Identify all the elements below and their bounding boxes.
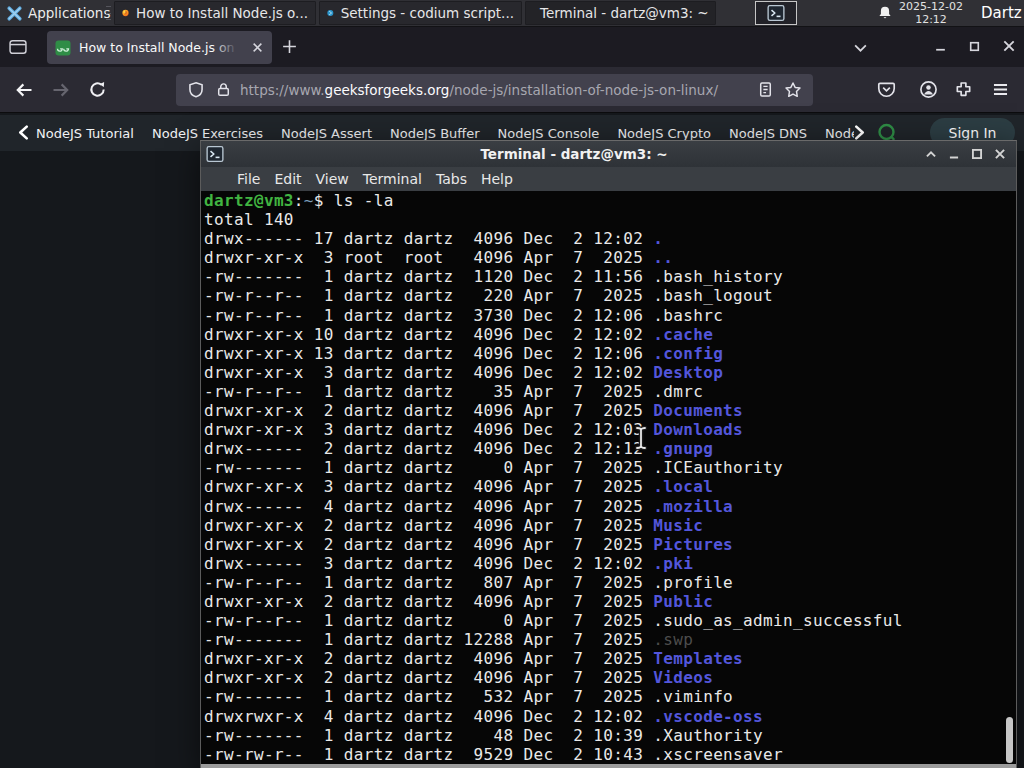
terminal-line: -rw------- 1 dartz dartz 48 Dec 2 10:39 … xyxy=(204,726,1016,745)
taskbar-button-firefox[interactable]: How to Install Node.js o... xyxy=(114,1,316,25)
terminal-line: -rw------- 1 dartz dartz 532 Apr 7 2025 … xyxy=(204,687,1016,706)
pocket-icon[interactable] xyxy=(877,80,896,99)
panel-username: Dartz xyxy=(981,4,1022,22)
terminal-content[interactable]: dartz@vm3:~$ ls -la total 140drwx------ … xyxy=(201,191,1016,764)
terminal-scrollbar[interactable] xyxy=(1006,717,1013,763)
terminal-line: drwxr-xr-x 13 dartz dartz 4096 Dec 2 12:… xyxy=(204,344,1016,363)
terminal-icon xyxy=(206,145,224,163)
terminal-menu-view[interactable]: View xyxy=(316,171,349,187)
gfg-nav-link[interactable]: NodeJS Crypto xyxy=(617,126,711,141)
terminal-menu-help[interactable]: Help xyxy=(481,171,513,187)
terminal-line: -rw------- 1 dartz dartz 12288 Apr 7 202… xyxy=(204,630,1016,649)
terminal-line: drwx------ 17 dartz dartz 4096 Dec 2 12:… xyxy=(204,229,1016,248)
terminal-line: drwxr-xr-x 3 dartz dartz 4096 Dec 2 12:0… xyxy=(204,363,1016,382)
reload-button[interactable] xyxy=(88,80,107,99)
terminal-shade-button[interactable] xyxy=(924,147,938,161)
taskbar-button-codium[interactable]: Settings - codium script... xyxy=(319,1,522,25)
firefox-icon xyxy=(122,5,129,21)
gfg-nav-link[interactable]: NodeJS Buffer xyxy=(390,126,480,141)
terminal-line: -rw-r--r-- 1 dartz dartz 35 Apr 7 2025 .… xyxy=(204,382,1016,401)
vscodium-icon xyxy=(327,5,334,21)
bookmark-star-icon[interactable] xyxy=(784,81,802,99)
url-bar[interactable]: https://www.geeksforgeeks.org/node-js/in… xyxy=(176,74,813,106)
panel-grip xyxy=(106,6,111,20)
gfg-nav-link[interactable]: NodeJS Assert xyxy=(281,126,372,141)
terminal-line: drwxr-xr-x 2 dartz dartz 4096 Apr 7 2025… xyxy=(204,516,1016,535)
terminal-line: -rw-rw-r-- 1 dartz dartz 9529 Dec 2 10:4… xyxy=(204,745,1016,764)
terminal-prompt-line: dartz@vm3:~$ ls -la xyxy=(204,191,1016,210)
notification-bell-icon[interactable] xyxy=(877,5,893,21)
terminal-menu-file[interactable]: File xyxy=(237,171,260,187)
lock-icon[interactable] xyxy=(215,81,232,98)
tab-close-icon[interactable] xyxy=(249,39,266,56)
terminal-line: total 140 xyxy=(204,210,1016,229)
clock-date: 2025-12-02 xyxy=(898,1,964,14)
terminal-menu-terminal[interactable]: Terminal xyxy=(363,171,422,187)
terminal-title: Terminal - dartz@vm3: ~ xyxy=(224,146,924,162)
desktop-panel: Applications How to Install Node.js o...… xyxy=(0,0,1024,27)
window-close-button[interactable] xyxy=(1002,39,1016,53)
terminal-line: drwxr-xr-x 10 dartz dartz 4096 Dec 2 12:… xyxy=(204,325,1016,344)
gfg-nav-link[interactable]: Node xyxy=(825,126,854,141)
panel-clock[interactable]: 2025-12-02 12:12 xyxy=(898,1,964,26)
firefox-view-icon[interactable] xyxy=(9,39,27,55)
gfg-nav-link[interactable]: NodeJS Tutorial xyxy=(36,126,134,141)
terminal-menu-tabs[interactable]: Tabs xyxy=(436,171,467,187)
reader-mode-icon[interactable] xyxy=(757,81,774,98)
nav-scroll-left-icon[interactable] xyxy=(17,125,30,140)
forward-button[interactable] xyxy=(51,80,71,100)
terminal-line: -rw------- 1 dartz dartz 0 Apr 7 2025 .I… xyxy=(204,458,1016,477)
terminal-line: drwxr-xr-x 2 dartz dartz 4096 Apr 7 2025… xyxy=(204,668,1016,687)
firefox-navbar: https://www.geeksforgeeks.org/node-js/in… xyxy=(0,67,1024,113)
firefox-tabbar: How to Install Node.js on xyxy=(0,27,1024,67)
terminal-line: -rw------- 1 dartz dartz 1120 Dec 2 11:5… xyxy=(204,267,1016,286)
terminal-line: -rw-r--r-- 1 dartz dartz 220 Apr 7 2025 … xyxy=(204,286,1016,305)
browser-tab[interactable]: How to Install Node.js on xyxy=(47,31,272,64)
terminal-icon xyxy=(767,4,785,22)
tracking-shield-icon[interactable] xyxy=(187,81,205,99)
account-icon[interactable] xyxy=(919,80,938,99)
applications-menu-button[interactable]: Applications xyxy=(2,0,114,26)
mouse-ibeam-cursor xyxy=(633,425,649,451)
terminal-line: drwx------ 4 dartz dartz 4096 Apr 7 2025… xyxy=(204,497,1016,516)
menu-hamburger-icon[interactable] xyxy=(991,80,1010,99)
applications-icon xyxy=(6,5,23,22)
tray-terminal-launcher[interactable] xyxy=(755,1,797,25)
terminal-line: drwxr-xr-x 2 dartz dartz 4096 Apr 7 2025… xyxy=(204,592,1016,611)
nav-scroll-right-icon[interactable] xyxy=(853,125,866,140)
gfg-nav-link[interactable]: NodeJS Console xyxy=(498,126,600,141)
terminal-menu-edit[interactable]: Edit xyxy=(274,171,301,187)
gfg-nav-link[interactable]: NodeJS DNS xyxy=(729,126,807,141)
back-button[interactable] xyxy=(14,80,34,100)
terminal-titlebar[interactable]: Terminal - dartz@vm3: ~ xyxy=(201,141,1016,167)
window-maximize-button[interactable] xyxy=(968,40,981,53)
terminal-line: drwxr-xr-x 3 root root 4096 Apr 7 2025 .… xyxy=(204,248,1016,267)
terminal-line: drwx------ 3 dartz dartz 4096 Dec 2 12:0… xyxy=(204,554,1016,573)
gfg-nav-link[interactable]: NodeJS Exercises xyxy=(152,126,263,141)
terminal-line: drwxr-xr-x 3 dartz dartz 4096 Apr 7 2025… xyxy=(204,477,1016,496)
geeksforgeeks-favicon xyxy=(55,40,71,56)
url-text: https://www.geeksforgeeks.org/node-js/in… xyxy=(240,74,728,106)
terminal-line: -rw-r--r-- 1 dartz dartz 807 Apr 7 2025 … xyxy=(204,573,1016,592)
terminal-line: drwxr-xr-x 2 dartz dartz 4096 Apr 7 2025… xyxy=(204,649,1016,668)
terminal-line: drwxr-xr-x 2 dartz dartz 4096 Apr 7 2025… xyxy=(204,535,1016,554)
terminal-minimize-button[interactable] xyxy=(947,147,961,161)
terminal-window: Terminal - dartz@vm3: ~ File Edit View Term… xyxy=(200,140,1017,768)
extensions-puzzle-icon[interactable] xyxy=(954,80,973,99)
terminal-line: drwxr-xr-x 2 dartz dartz 4096 Apr 7 2025… xyxy=(204,401,1016,420)
window-minimize-button[interactable] xyxy=(934,40,947,53)
clock-time: 12:12 xyxy=(898,14,964,27)
terminal-line: drwx------ 2 dartz dartz 4096 Dec 2 12:1… xyxy=(204,439,1016,458)
terminal-maximize-button[interactable] xyxy=(970,147,984,161)
terminal-close-button[interactable] xyxy=(993,147,1007,161)
terminal-line: -rw-r--r-- 1 dartz dartz 0 Apr 7 2025 .s… xyxy=(204,611,1016,630)
terminal-window-bottom-border xyxy=(201,764,1016,768)
terminal-line: drwxrwxr-x 4 dartz dartz 4096 Dec 2 12:0… xyxy=(204,707,1016,726)
new-tab-button[interactable] xyxy=(281,38,298,55)
terminal-line: drwxr-xr-x 3 dartz dartz 4096 Dec 2 12:0… xyxy=(204,420,1016,439)
terminal-line: -rw-r--r-- 1 dartz dartz 3730 Dec 2 12:0… xyxy=(204,306,1016,325)
taskbar-button-terminal[interactable]: Terminal - dartz@vm3: ~ xyxy=(525,1,716,25)
list-all-tabs-icon[interactable] xyxy=(853,41,868,54)
terminal-menubar: File Edit View Terminal Tabs Help xyxy=(201,167,1016,191)
